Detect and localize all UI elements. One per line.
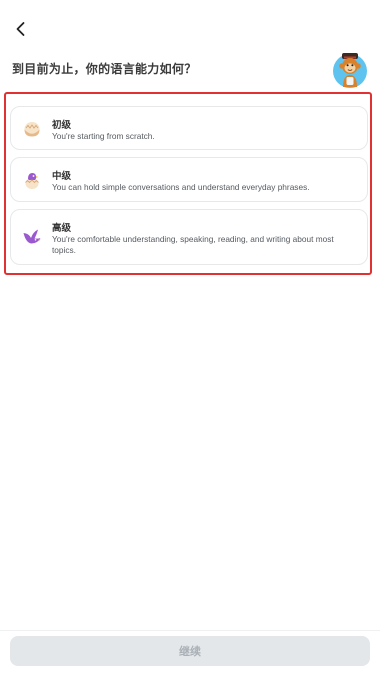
back-button[interactable] xyxy=(10,18,32,40)
level-option-advanced[interactable]: 高级 You're comfortable understanding, spe… xyxy=(10,209,368,265)
footer-divider xyxy=(0,630,380,631)
monkey-mascot-icon xyxy=(333,53,367,88)
hatching-bird-icon xyxy=(25,173,39,189)
option-title: 高级 xyxy=(52,223,72,234)
level-option-beginner[interactable]: 初级 You're starting from scratch. xyxy=(10,106,368,150)
continue-button[interactable]: 继续 xyxy=(10,636,370,666)
option-title: 中级 xyxy=(52,171,72,182)
option-title: 初级 xyxy=(52,120,72,131)
egg-icon xyxy=(24,122,40,137)
option-description: You can hold simple conversations and un… xyxy=(52,182,310,192)
chevron-left-icon xyxy=(16,22,25,36)
option-description: You're starting from scratch. xyxy=(52,131,155,141)
page-question: 到目前为止，你的语言能力如何？ xyxy=(12,62,197,76)
flying-bird-icon xyxy=(23,229,41,244)
option-description: You're comfortable understanding, speaki… xyxy=(52,234,334,255)
language-level-screen: 到目前为止，你的语言能力如何？ 初级 You're starting from … xyxy=(0,0,380,676)
level-option-intermediate[interactable]: 中级 You can hold simple conversations and… xyxy=(10,157,368,202)
